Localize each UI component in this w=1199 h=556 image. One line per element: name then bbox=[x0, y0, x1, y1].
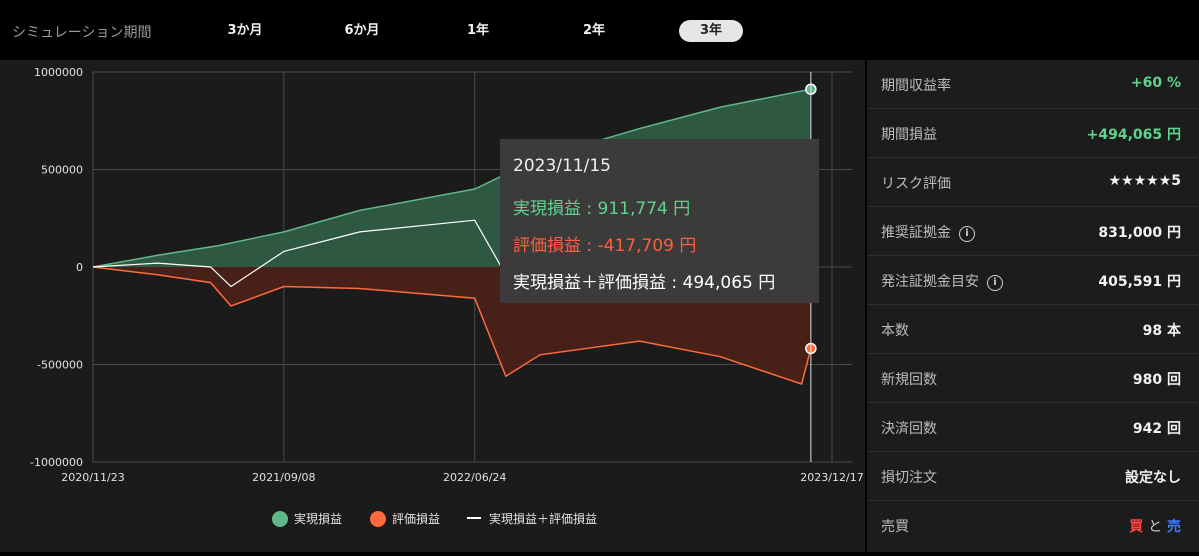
row-recommended-margin: 推奨証拠金 i 831,000 円 bbox=[867, 207, 1199, 256]
row-new-count: 新規回数 980 回 bbox=[867, 354, 1199, 403]
row-risk-rating: リスク評価 ★★★★★5 bbox=[867, 158, 1199, 207]
row-label-text: 推奨証拠金 bbox=[881, 225, 951, 241]
sell-label: 売 bbox=[1167, 519, 1181, 535]
stats-panel: 期間収益率 +60 % 期間損益 +494,065 円 リスク評価 ★★★★★5… bbox=[867, 60, 1199, 552]
info-icon[interactable]: i bbox=[987, 275, 1003, 291]
row-value: 405,591 円 bbox=[1098, 274, 1181, 290]
star-rating: ★★★★★5 bbox=[1108, 173, 1182, 189]
row-count: 本数 98 本 bbox=[867, 305, 1199, 354]
legend-total-swatch bbox=[467, 517, 481, 519]
row-label: 決済回数 bbox=[881, 421, 937, 437]
tooltip-unrealized: 評価損益 : -417,709 円 bbox=[513, 236, 697, 256]
row-label-text: 発注証拠金目安 bbox=[881, 274, 979, 290]
y-tick-label: 1000000 bbox=[34, 66, 83, 79]
chart-area: 1000000 500000 0 -500000 -1000000 2020/11/23 2… bbox=[0, 60, 865, 552]
row-settlement-count: 決済回数 942 回 bbox=[867, 403, 1199, 452]
period-bar: シミュレーション期間 3か月 6か月 1年 2年 3年 bbox=[0, 0, 1199, 60]
row-value: 831,000 円 bbox=[1098, 225, 1181, 241]
legend-unrealized-swatch bbox=[370, 511, 386, 527]
legend-unrealized-label: 評価損益 bbox=[392, 512, 441, 526]
y-tick-label: 500000 bbox=[41, 164, 83, 177]
row-label: 売買 bbox=[881, 519, 909, 535]
row-label: 損切注文 bbox=[881, 470, 937, 486]
tab-3-years[interactable]: 3年 bbox=[679, 20, 743, 42]
row-value: 98 本 bbox=[1142, 323, 1181, 339]
tab-2-years[interactable]: 2年 bbox=[562, 20, 626, 42]
row-label: 新規回数 bbox=[881, 372, 937, 388]
legend-unrealized[interactable]: 評価損益 bbox=[370, 510, 440, 527]
buy-label: 買 bbox=[1129, 519, 1144, 535]
legend-total-label: 実現損益＋評価損益 bbox=[489, 512, 598, 526]
tab-6-months[interactable]: 6か月 bbox=[330, 20, 394, 42]
legend-realized-label: 実現損益 bbox=[294, 512, 343, 526]
row-value: 設定なし bbox=[1125, 470, 1181, 486]
tab-1-year[interactable]: 1年 bbox=[446, 20, 510, 42]
row-trade-side: 売買 買 と 売 bbox=[867, 501, 1199, 549]
x-tick-label: 2020/11/23 bbox=[61, 471, 124, 484]
x-tick-label: 2021/09/08 bbox=[252, 471, 315, 484]
info-icon[interactable]: i bbox=[959, 226, 975, 242]
tooltip-date: 2023/11/15 bbox=[513, 156, 611, 176]
pnl-chart[interactable]: 1000000 500000 0 -500000 -1000000 2020/11/23 2… bbox=[0, 60, 865, 552]
row-order-margin: 発注証拠金目安 i 405,591 円 bbox=[867, 256, 1199, 305]
row-period-pnl: 期間損益 +494,065 円 bbox=[867, 109, 1199, 158]
row-label: リスク評価 bbox=[881, 176, 951, 192]
row-value: 942 回 bbox=[1132, 421, 1181, 437]
row-value: 980 回 bbox=[1132, 372, 1181, 388]
row-value: +60 % bbox=[1130, 75, 1181, 91]
legend-total[interactable]: 実現損益＋評価損益 bbox=[467, 510, 597, 527]
row-label: 期間収益率 bbox=[881, 78, 951, 94]
row-label: 発注証拠金目安 i bbox=[881, 271, 1003, 291]
y-tick-label: -1000000 bbox=[30, 456, 83, 469]
period-label: シミュレーション期間 bbox=[12, 25, 152, 41]
x-tick-label: 2023/12/17 bbox=[800, 471, 863, 484]
y-tick-label: 0 bbox=[76, 261, 83, 274]
row-value: 買 と 売 bbox=[1129, 516, 1181, 536]
y-tick-label: -500000 bbox=[37, 359, 83, 372]
row-return-rate: 期間収益率 +60 % bbox=[867, 60, 1199, 109]
row-stop-loss: 損切注文 設定なし bbox=[867, 452, 1199, 501]
tooltip-total: 実現損益＋評価損益 : 494,065 円 bbox=[513, 273, 776, 293]
legend-realized-swatch bbox=[272, 511, 288, 527]
x-tick-label: 2022/06/24 bbox=[443, 471, 506, 484]
tooltip-realized: 実現損益 : 911,774 円 bbox=[513, 199, 691, 219]
and-label: と bbox=[1148, 519, 1163, 535]
row-label: 期間損益 bbox=[881, 127, 937, 143]
tab-3-months[interactable]: 3か月 bbox=[213, 20, 277, 42]
chart-tooltip: 2023/11/15 実現損益 : 911,774 円 評価損益 : -417,… bbox=[500, 139, 819, 303]
row-label: 推奨証拠金 i bbox=[881, 222, 975, 242]
legend-realized[interactable]: 実現損益 bbox=[272, 510, 342, 527]
row-value: +494,065 円 bbox=[1086, 127, 1181, 143]
row-label: 本数 bbox=[881, 323, 909, 339]
